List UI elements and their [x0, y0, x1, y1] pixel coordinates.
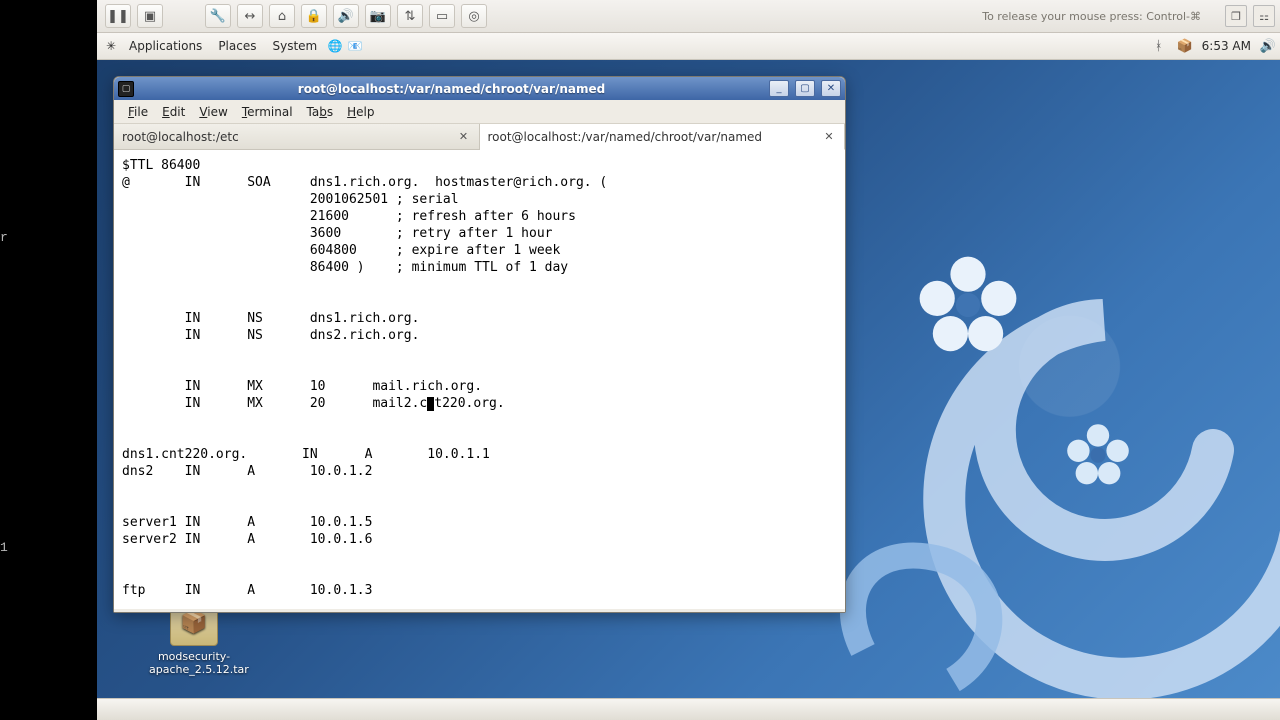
terminal-tab-named[interactable]: root@localhost:/var/named/chroot/var/nam…	[480, 124, 846, 150]
window-close-button[interactable]: ✕	[821, 80, 841, 97]
vm-lock-button[interactable]: 🔒	[301, 4, 327, 28]
volume-icon[interactable]: 🔊	[1259, 37, 1277, 55]
window-titlebar[interactable]: ▢ root@localhost:/var/named/chroot/var/n…	[114, 77, 845, 100]
vm-close-button[interactable]: ⚏	[1253, 5, 1275, 27]
window-maximize-button[interactable]: ▢	[795, 80, 815, 97]
vm-record-button[interactable]: ◎	[461, 4, 487, 28]
guest-screen: ❚❚ ▣ 🔧 ↔ ⌂ 🔒 🔊 📷 ⇅ ▭ ◎ To release your m…	[97, 0, 1280, 720]
vm-display-button[interactable]: ▭	[429, 4, 455, 28]
vm-settings-button[interactable]: 🔧	[205, 4, 231, 28]
wallpaper-swirl	[803, 220, 1280, 698]
desktop-icon-label: modsecurity- apache_2.5.12.tar	[149, 650, 239, 676]
terminal-tabbar: root@localhost:/etc ✕ root@localhost:/va…	[114, 124, 845, 150]
menu-places[interactable]: Places	[212, 33, 262, 59]
vm-home-button[interactable]: ⌂	[269, 4, 295, 28]
terminal-body[interactable]: $TTL 86400 @ IN SOA dns1.rich.org. hostm…	[114, 150, 845, 609]
tab-label: root@localhost:/etc	[122, 130, 239, 144]
menu-file[interactable]: File	[122, 103, 154, 121]
menu-help[interactable]: Help	[341, 103, 380, 121]
vm-sound-button[interactable]: 🔊	[333, 4, 359, 28]
window-title: root@localhost:/var/named/chroot/var/nam…	[140, 82, 763, 96]
bluetooth-icon[interactable]: ᚼ	[1150, 37, 1168, 55]
gnome-bottom-panel[interactable]	[97, 698, 1280, 720]
menu-tabs[interactable]: Tabs	[301, 103, 340, 121]
menu-edit[interactable]: Edit	[156, 103, 191, 121]
terminal-text-pre: $TTL 86400 @ IN SOA dns1.rich.org. hostm…	[122, 158, 607, 411]
vm-camera-button[interactable]: 📷	[365, 4, 391, 28]
vm-host-toolbar: ❚❚ ▣ 🔧 ↔ ⌂ 🔒 🔊 📷 ⇅ ▭ ◎ To release your m…	[97, 0, 1280, 33]
terminal-text-post: t220.org. dns1.cnt220.org. IN A 10.0.1.1…	[122, 396, 505, 598]
terminal-menubar: File Edit View Terminal Tabs Help	[114, 100, 845, 124]
tab-label: root@localhost:/var/named/chroot/var/nam…	[488, 130, 763, 144]
tab-close-icon[interactable]: ✕	[822, 130, 836, 144]
vm-maximize-button[interactable]: ❐	[1225, 5, 1247, 27]
terminal-window: ▢ root@localhost:/var/named/chroot/var/n…	[113, 76, 846, 613]
tab-close-icon[interactable]: ✕	[457, 130, 471, 144]
left-bar-char: 1	[0, 540, 8, 555]
terminal-tab-etc[interactable]: root@localhost:/etc ✕	[114, 124, 480, 149]
wallpaper-flower	[1063, 420, 1133, 490]
window-resize-grip[interactable]	[114, 609, 845, 612]
distributor-logo-icon[interactable]: ✳	[103, 38, 119, 54]
menu-view[interactable]: View	[193, 103, 233, 121]
wallpaper-flower	[913, 250, 1023, 360]
vm-resize-button[interactable]: ↔	[237, 4, 263, 28]
window-minimize-button[interactable]: _	[769, 80, 789, 97]
package-update-icon[interactable]: 📦	[1176, 37, 1194, 55]
vm-share-button[interactable]: ⇅	[397, 4, 423, 28]
browser-launcher-icon[interactable]: 🌐	[327, 38, 343, 54]
menu-system[interactable]: System	[266, 33, 323, 59]
vm-snapshot-button[interactable]: ▣	[137, 4, 163, 28]
mail-launcher-icon[interactable]: 📧	[347, 38, 363, 54]
left-bar-char: r	[0, 230, 8, 245]
vm-release-hint: To release your mouse press: Control-⌘	[982, 10, 1201, 23]
terminal-icon: ▢	[118, 81, 134, 97]
desktop[interactable]: 📦 modsecurity- apache_2.5.12.tar ▢ root@…	[97, 60, 1280, 698]
menu-applications[interactable]: Applications	[123, 33, 208, 59]
menu-terminal[interactable]: Terminal	[236, 103, 299, 121]
vm-pause-button[interactable]: ❚❚	[105, 4, 131, 28]
gnome-top-panel: ✳ Applications Places System 🌐 📧 ᚼ 📦 6:5…	[97, 33, 1280, 60]
clock[interactable]: 6:53 AM	[1202, 39, 1251, 53]
